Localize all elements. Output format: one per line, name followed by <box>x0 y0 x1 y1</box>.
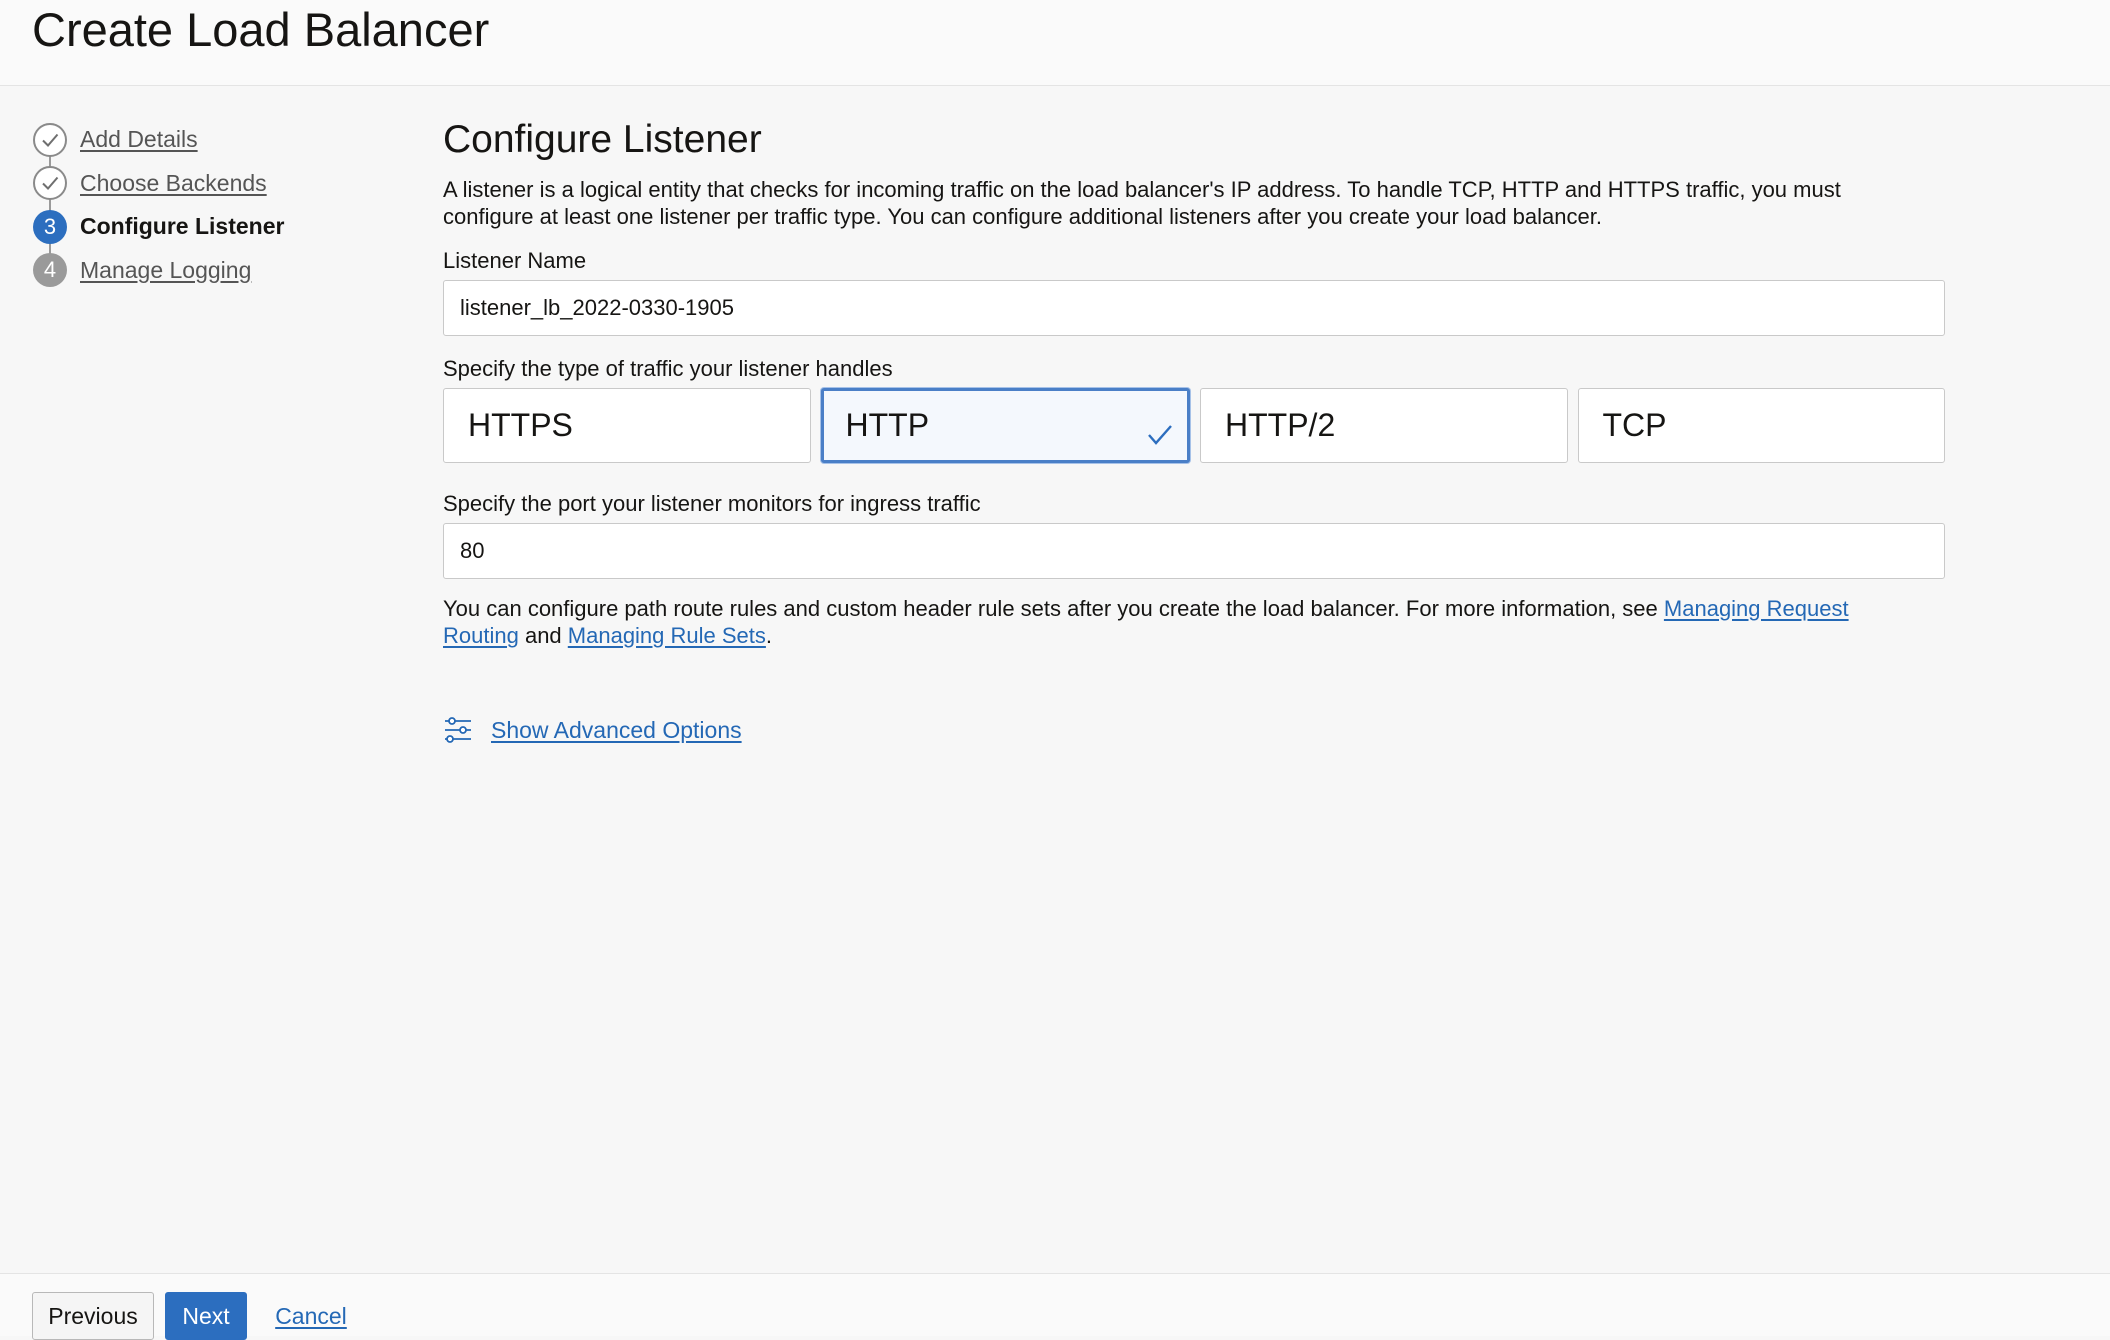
tile-label: HTTPS <box>468 407 573 443</box>
step-label[interactable]: Add Details <box>80 126 198 153</box>
step-choose-backends[interactable]: Choose Backends <box>33 162 373 206</box>
note-text: . <box>765 623 773 648</box>
note-text: You can configure path route rules and c… <box>443 596 1664 621</box>
sliders-icon <box>443 715 473 745</box>
wizard-footer: Previous Next Cancel <box>0 1273 2110 1340</box>
traffic-type-options: HTTPS HTTP HTTP/2 TCP <box>443 388 1945 463</box>
routing-note: You can configure path route rules and c… <box>443 595 1913 649</box>
step-number-badge: 4 <box>33 253 67 288</box>
listener-name-label: Listener Name <box>443 248 587 273</box>
port-input[interactable]: 80 <box>443 523 1945 579</box>
step-label[interactable]: Choose Backends <box>80 170 267 197</box>
managing-rule-sets-link[interactable]: Managing Rule Sets <box>568 623 766 648</box>
page-header: Create Load Balancer <box>0 0 2110 86</box>
traffic-option-http2[interactable]: HTTP/2 <box>1200 388 1568 463</box>
step-add-details[interactable]: Add Details <box>33 118 373 162</box>
listener-name-input[interactable]: listener_lb_2022-0330-1905 <box>443 280 1945 336</box>
main-content: Configure Listener A listener is a logic… <box>443 118 1945 745</box>
previous-button[interactable]: Previous <box>32 1292 154 1340</box>
port-label: Specify the port your listener monitors … <box>443 491 981 516</box>
show-advanced-options-link[interactable]: Show Advanced Options <box>491 717 742 744</box>
tile-label: TCP <box>1602 407 1667 443</box>
step-number-badge: 3 <box>33 209 67 244</box>
advanced-options-toggle[interactable]: Show Advanced Options <box>443 715 1945 745</box>
traffic-option-http[interactable]: HTTP <box>820 388 1190 463</box>
step-label: Configure Listener <box>80 213 285 240</box>
note-text: and <box>518 623 568 648</box>
traffic-option-https[interactable]: HTTPS <box>443 388 811 463</box>
tile-label: HTTP/2 <box>1225 407 1336 443</box>
next-button[interactable]: Next <box>165 1292 247 1340</box>
section-description: A listener is a logical entity that chec… <box>443 177 1841 229</box>
tile-label: HTTP <box>845 407 930 443</box>
check-icon <box>33 166 67 201</box>
step-label[interactable]: Manage Logging <box>80 257 251 284</box>
check-icon <box>33 122 67 157</box>
section-heading: Configure Listener <box>443 118 762 161</box>
step-configure-listener: 3 Configure Listener <box>33 205 373 249</box>
wizard-steps: Add Details Choose Backends 3 Configure … <box>33 118 373 292</box>
checkmark-icon <box>1147 417 1173 454</box>
page-title: Create Load Balancer <box>32 3 490 56</box>
cancel-link[interactable]: Cancel <box>271 1292 351 1340</box>
traffic-option-tcp[interactable]: TCP <box>1577 388 1945 463</box>
step-manage-logging[interactable]: 4 Manage Logging <box>33 249 373 293</box>
traffic-type-label: Specify the type of traffic your listene… <box>443 356 893 381</box>
